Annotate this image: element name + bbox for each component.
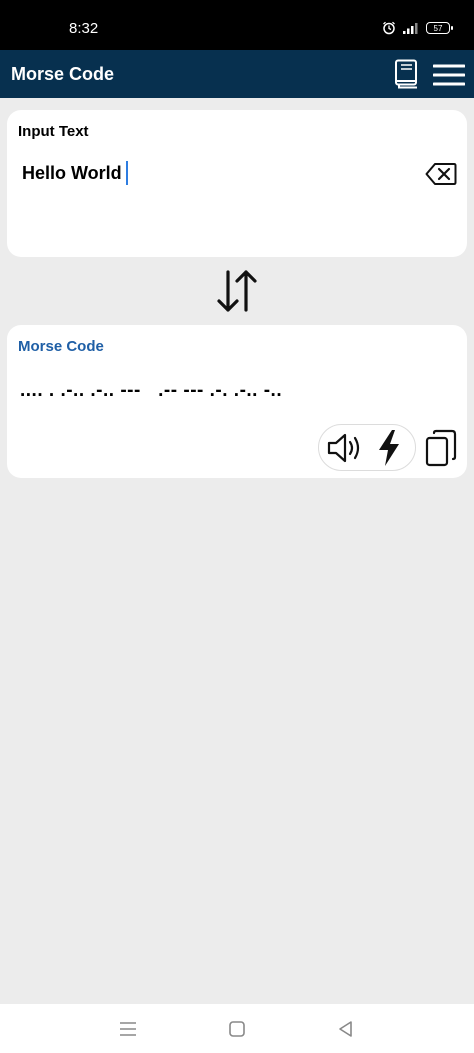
status-icons: 57 (382, 21, 453, 35)
nav-menu-icon (120, 1022, 136, 1036)
system-nav-bar (0, 1004, 474, 1053)
status-bar: 8:32 57 (0, 0, 474, 50)
swap-icon (217, 270, 257, 312)
input-text-value: Hello World (22, 162, 122, 183)
copy-icon (425, 429, 457, 467)
menu-button[interactable] (432, 63, 466, 87)
output-card: Morse Code .... . .-.. .-.. --- .-- --- … (7, 325, 467, 478)
nav-home-icon (229, 1021, 245, 1037)
battery-icon: 57 (426, 22, 453, 34)
menu-icon (432, 64, 466, 86)
input-card: Input Text Hello World (7, 110, 467, 257)
nav-back-button[interactable] (336, 1019, 356, 1039)
app-bar: Morse Code (0, 50, 474, 98)
play-sound-button[interactable] (327, 432, 365, 464)
copy-button[interactable] (425, 429, 457, 467)
nav-menu-button[interactable] (118, 1019, 138, 1039)
book-button[interactable] (394, 59, 420, 89)
input-text-field[interactable]: Hello World (22, 161, 128, 185)
signal-icon (403, 23, 418, 34)
nav-back-icon (339, 1021, 352, 1037)
swap-button[interactable] (214, 268, 260, 314)
clear-button[interactable] (425, 162, 457, 186)
flash-icon (379, 430, 399, 466)
book-icon (395, 59, 417, 89)
battery-level: 57 (433, 23, 443, 33)
morse-output: .... . .-.. .-.. --- .-- --- .-. .-.. -.… (20, 380, 283, 401)
text-cursor (125, 161, 128, 185)
status-time: 8:32 (69, 20, 99, 37)
alarm-icon (383, 21, 395, 35)
app-title: Morse Code (11, 64, 115, 84)
speaker-icon (327, 433, 360, 463)
output-label: Morse Code (18, 338, 104, 355)
clear-icon (425, 163, 457, 185)
flashlight-button[interactable] (376, 429, 402, 467)
input-label: Input Text (18, 123, 89, 140)
nav-home-button[interactable] (227, 1019, 247, 1039)
playback-controls (318, 424, 416, 471)
